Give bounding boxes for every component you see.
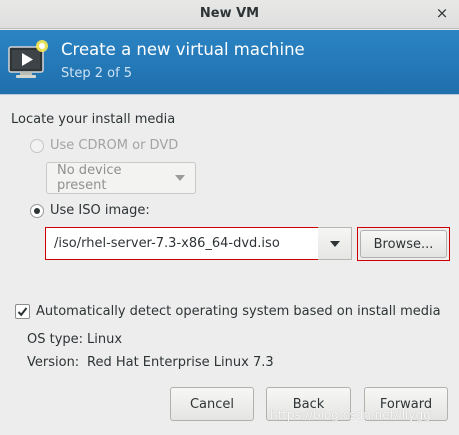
os-type-value: Linux (87, 332, 123, 347)
checkmark-icon (17, 307, 28, 317)
chevron-down-icon (329, 240, 340, 247)
browse-button[interactable]: Browse... (360, 230, 447, 258)
auto-detect-checkbox[interactable] (15, 304, 30, 319)
auto-detect-row[interactable]: Automatically detect operating system ba… (15, 304, 441, 319)
titlebar: New VM × (0, 0, 459, 29)
iso-radio-label: Use ISO image: (50, 203, 150, 218)
forward-button[interactable]: Forward (364, 387, 448, 421)
banner-title: Create a new virtual machine (61, 40, 305, 59)
iso-radio-row[interactable]: Use ISO image: (30, 203, 150, 218)
browse-highlight: Browse... (357, 227, 450, 261)
auto-detect-label: Automatically detect operating system ba… (36, 304, 441, 319)
close-icon[interactable]: × (433, 4, 451, 22)
vm-monitor-icon (8, 40, 48, 78)
iso-history-dropdown[interactable] (318, 227, 352, 260)
cancel-button[interactable]: Cancel (170, 387, 254, 421)
install-media-heading: Locate your install media (11, 112, 176, 127)
back-button[interactable]: Back (266, 387, 351, 421)
os-type-label: OS type: (27, 332, 84, 347)
cdrom-radio-row[interactable]: Use CDROM or DVD (30, 138, 178, 153)
iso-path-value: /iso/rhel-server-7.3-x86_64-dvd.iso (54, 236, 280, 251)
cdrom-radio[interactable] (30, 138, 44, 153)
cdrom-device-value: No device present (57, 163, 122, 193)
new-vm-dialog: New VM × Create a new virtual machine St… (0, 0, 459, 435)
iso-path-input[interactable]: /iso/rhel-server-7.3-x86_64-dvd.iso (45, 227, 319, 260)
banner-step: Step 2 of 5 (61, 66, 133, 81)
os-version-label: Version: (27, 355, 80, 370)
cdrom-radio-label: Use CDROM or DVD (50, 138, 179, 153)
iso-radio[interactable] (30, 203, 44, 218)
header-banner: Create a new virtual machine Step 2 of 5 (0, 30, 459, 94)
banner-divider (0, 94, 459, 95)
os-version-value: Red Hat Enterprise Linux 7.3 (87, 355, 274, 370)
chevron-down-icon (175, 175, 185, 181)
cdrom-device-select[interactable]: No device present (46, 162, 196, 194)
window-title: New VM (199, 6, 260, 21)
